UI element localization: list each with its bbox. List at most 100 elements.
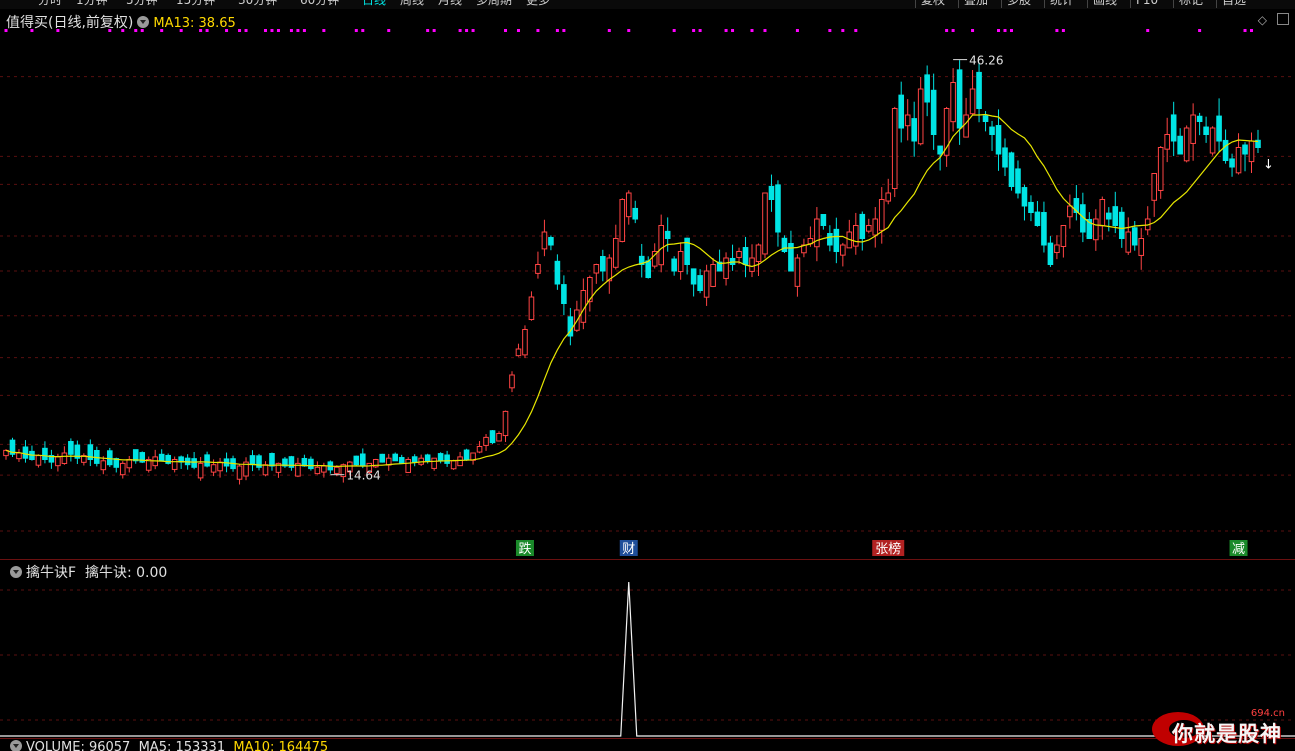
signal-marker bbox=[1243, 29, 1247, 32]
volume-ma10-label: MA10: 164475 bbox=[233, 740, 329, 751]
dropdown-icon[interactable] bbox=[137, 16, 150, 28]
candle-body bbox=[392, 453, 399, 462]
candle-body bbox=[398, 457, 405, 464]
signal-marker bbox=[432, 29, 436, 32]
signal-marker bbox=[997, 29, 1001, 32]
candle-body bbox=[1118, 211, 1125, 239]
candle-body bbox=[827, 233, 833, 246]
toolbar-button-5[interactable]: F10 bbox=[1130, 0, 1163, 8]
candle-body bbox=[191, 458, 197, 468]
diamond-icon[interactable]: ◇ bbox=[1258, 13, 1267, 27]
toolbar-button-6[interactable]: 标记 bbox=[1173, 0, 1208, 8]
toolbar-button-2[interactable]: 多股 bbox=[1001, 0, 1036, 8]
volume-panel: VOLUME: 96057 MA5: 153331 MA10: 164475 bbox=[0, 738, 1295, 751]
candle-body bbox=[976, 71, 982, 109]
toolbar-button-0[interactable]: 复权 bbox=[915, 0, 950, 8]
event-tag-2[interactable]: 张榜 bbox=[872, 540, 905, 557]
indicator-panel: 擒牛诀F 擒牛诀: 0.00 bbox=[0, 560, 1295, 738]
candle-body bbox=[321, 465, 327, 473]
candle-body bbox=[158, 453, 165, 462]
event-tag-label: 减 bbox=[1232, 542, 1245, 557]
event-tag-0[interactable]: 跌 bbox=[515, 540, 534, 557]
candle-body bbox=[859, 213, 866, 239]
candle-body bbox=[1216, 115, 1222, 142]
candle-body bbox=[100, 460, 107, 471]
sub-indicator-name[interactable]: 擒牛诀F bbox=[26, 565, 76, 581]
candle-body bbox=[509, 374, 515, 389]
signal-marker bbox=[562, 29, 566, 32]
candle-body bbox=[308, 458, 314, 470]
sub-indicator-value: 擒牛诀: 0.00 bbox=[84, 565, 168, 581]
candle-body bbox=[853, 225, 859, 247]
candle-body bbox=[35, 455, 42, 466]
signal-marker bbox=[1061, 29, 1065, 32]
candle-body bbox=[236, 465, 243, 480]
signal-marker bbox=[354, 29, 358, 32]
candle-body bbox=[1235, 147, 1242, 174]
period-tab-4[interactable]: 30分钟 bbox=[238, 0, 277, 8]
main-panel-title: 值得买(日线,前复权) MA13: 38.65 bbox=[6, 12, 236, 32]
toolbar-button-7[interactable]: 自选 bbox=[1216, 0, 1251, 8]
signal-marker bbox=[516, 29, 520, 32]
candle-body bbox=[710, 264, 716, 287]
period-tab-5[interactable]: 60分钟 bbox=[300, 0, 339, 8]
period-tab-3[interactable]: 15分钟 bbox=[176, 0, 215, 8]
indicator-name[interactable]: 值得买(日线,前复权) bbox=[6, 15, 133, 31]
period-tab-9[interactable]: 多周期 bbox=[476, 0, 512, 8]
signal-marker bbox=[763, 29, 767, 32]
dropdown-icon[interactable] bbox=[10, 566, 22, 578]
candle-body bbox=[723, 257, 729, 279]
candle-body bbox=[612, 238, 619, 268]
signal-marker bbox=[465, 29, 469, 32]
event-tag-1[interactable]: 财 bbox=[619, 540, 638, 557]
period-tab-8[interactable]: 月线 bbox=[438, 0, 462, 8]
period-tab-6[interactable]: 日线 bbox=[362, 0, 386, 8]
period-tab-1[interactable]: 1分钟 bbox=[76, 0, 108, 8]
candle-body bbox=[535, 264, 541, 274]
period-tab-2[interactable]: 5分钟 bbox=[126, 0, 158, 8]
candle-body bbox=[963, 114, 969, 138]
panel-controls: ◇ bbox=[1258, 13, 1289, 27]
down-arrow-icon: ↓ bbox=[1263, 158, 1274, 173]
toolbar-button-1[interactable]: 叠加 bbox=[958, 0, 993, 8]
maximize-icon[interactable] bbox=[1277, 13, 1289, 25]
candle-body bbox=[924, 74, 930, 103]
toolbar-button-4[interactable]: 画线 bbox=[1087, 0, 1122, 8]
candle-body bbox=[989, 126, 995, 136]
period-tab-7[interactable]: 周线 bbox=[400, 0, 424, 8]
candle-body bbox=[1164, 134, 1170, 150]
candle-body bbox=[781, 237, 788, 252]
candle-body bbox=[424, 454, 431, 462]
candle-body bbox=[762, 192, 768, 255]
kline-chart[interactable]: 46.26 14.64 ↓ 跌 财 张榜 减 bbox=[0, 9, 1295, 559]
signal-marker bbox=[750, 29, 754, 32]
candle-body bbox=[1242, 144, 1248, 155]
candle-body bbox=[1190, 114, 1196, 144]
event-tag-3[interactable]: 减 bbox=[1229, 540, 1248, 557]
indicator-chart[interactable] bbox=[0, 560, 1295, 738]
candle-body bbox=[1203, 126, 1209, 136]
candle-body bbox=[937, 145, 943, 155]
candle-body bbox=[865, 225, 872, 232]
candle-body bbox=[171, 459, 178, 470]
candle-body bbox=[1002, 147, 1008, 168]
toolbar-button-3[interactable]: 统计 bbox=[1044, 0, 1079, 8]
candle-body bbox=[995, 125, 1002, 155]
candle-body bbox=[690, 268, 697, 285]
candle-body bbox=[878, 199, 885, 231]
candle-body bbox=[502, 410, 509, 437]
candle-body bbox=[457, 456, 463, 467]
candle-body bbox=[1151, 173, 1158, 201]
candle-body bbox=[437, 453, 444, 462]
dropdown-icon[interactable] bbox=[10, 740, 22, 751]
signal-marker bbox=[471, 29, 475, 32]
candle-body bbox=[1131, 227, 1138, 246]
candle-body bbox=[522, 329, 528, 356]
candle-body bbox=[262, 464, 269, 476]
signal-marker bbox=[1055, 29, 1059, 32]
period-tab-0[interactable]: 分时 bbox=[38, 0, 62, 8]
candle-body bbox=[1093, 218, 1099, 241]
signal-marker bbox=[238, 29, 242, 32]
period-tab-10[interactable]: 更多 bbox=[526, 0, 550, 8]
signal-marker bbox=[1003, 29, 1007, 32]
